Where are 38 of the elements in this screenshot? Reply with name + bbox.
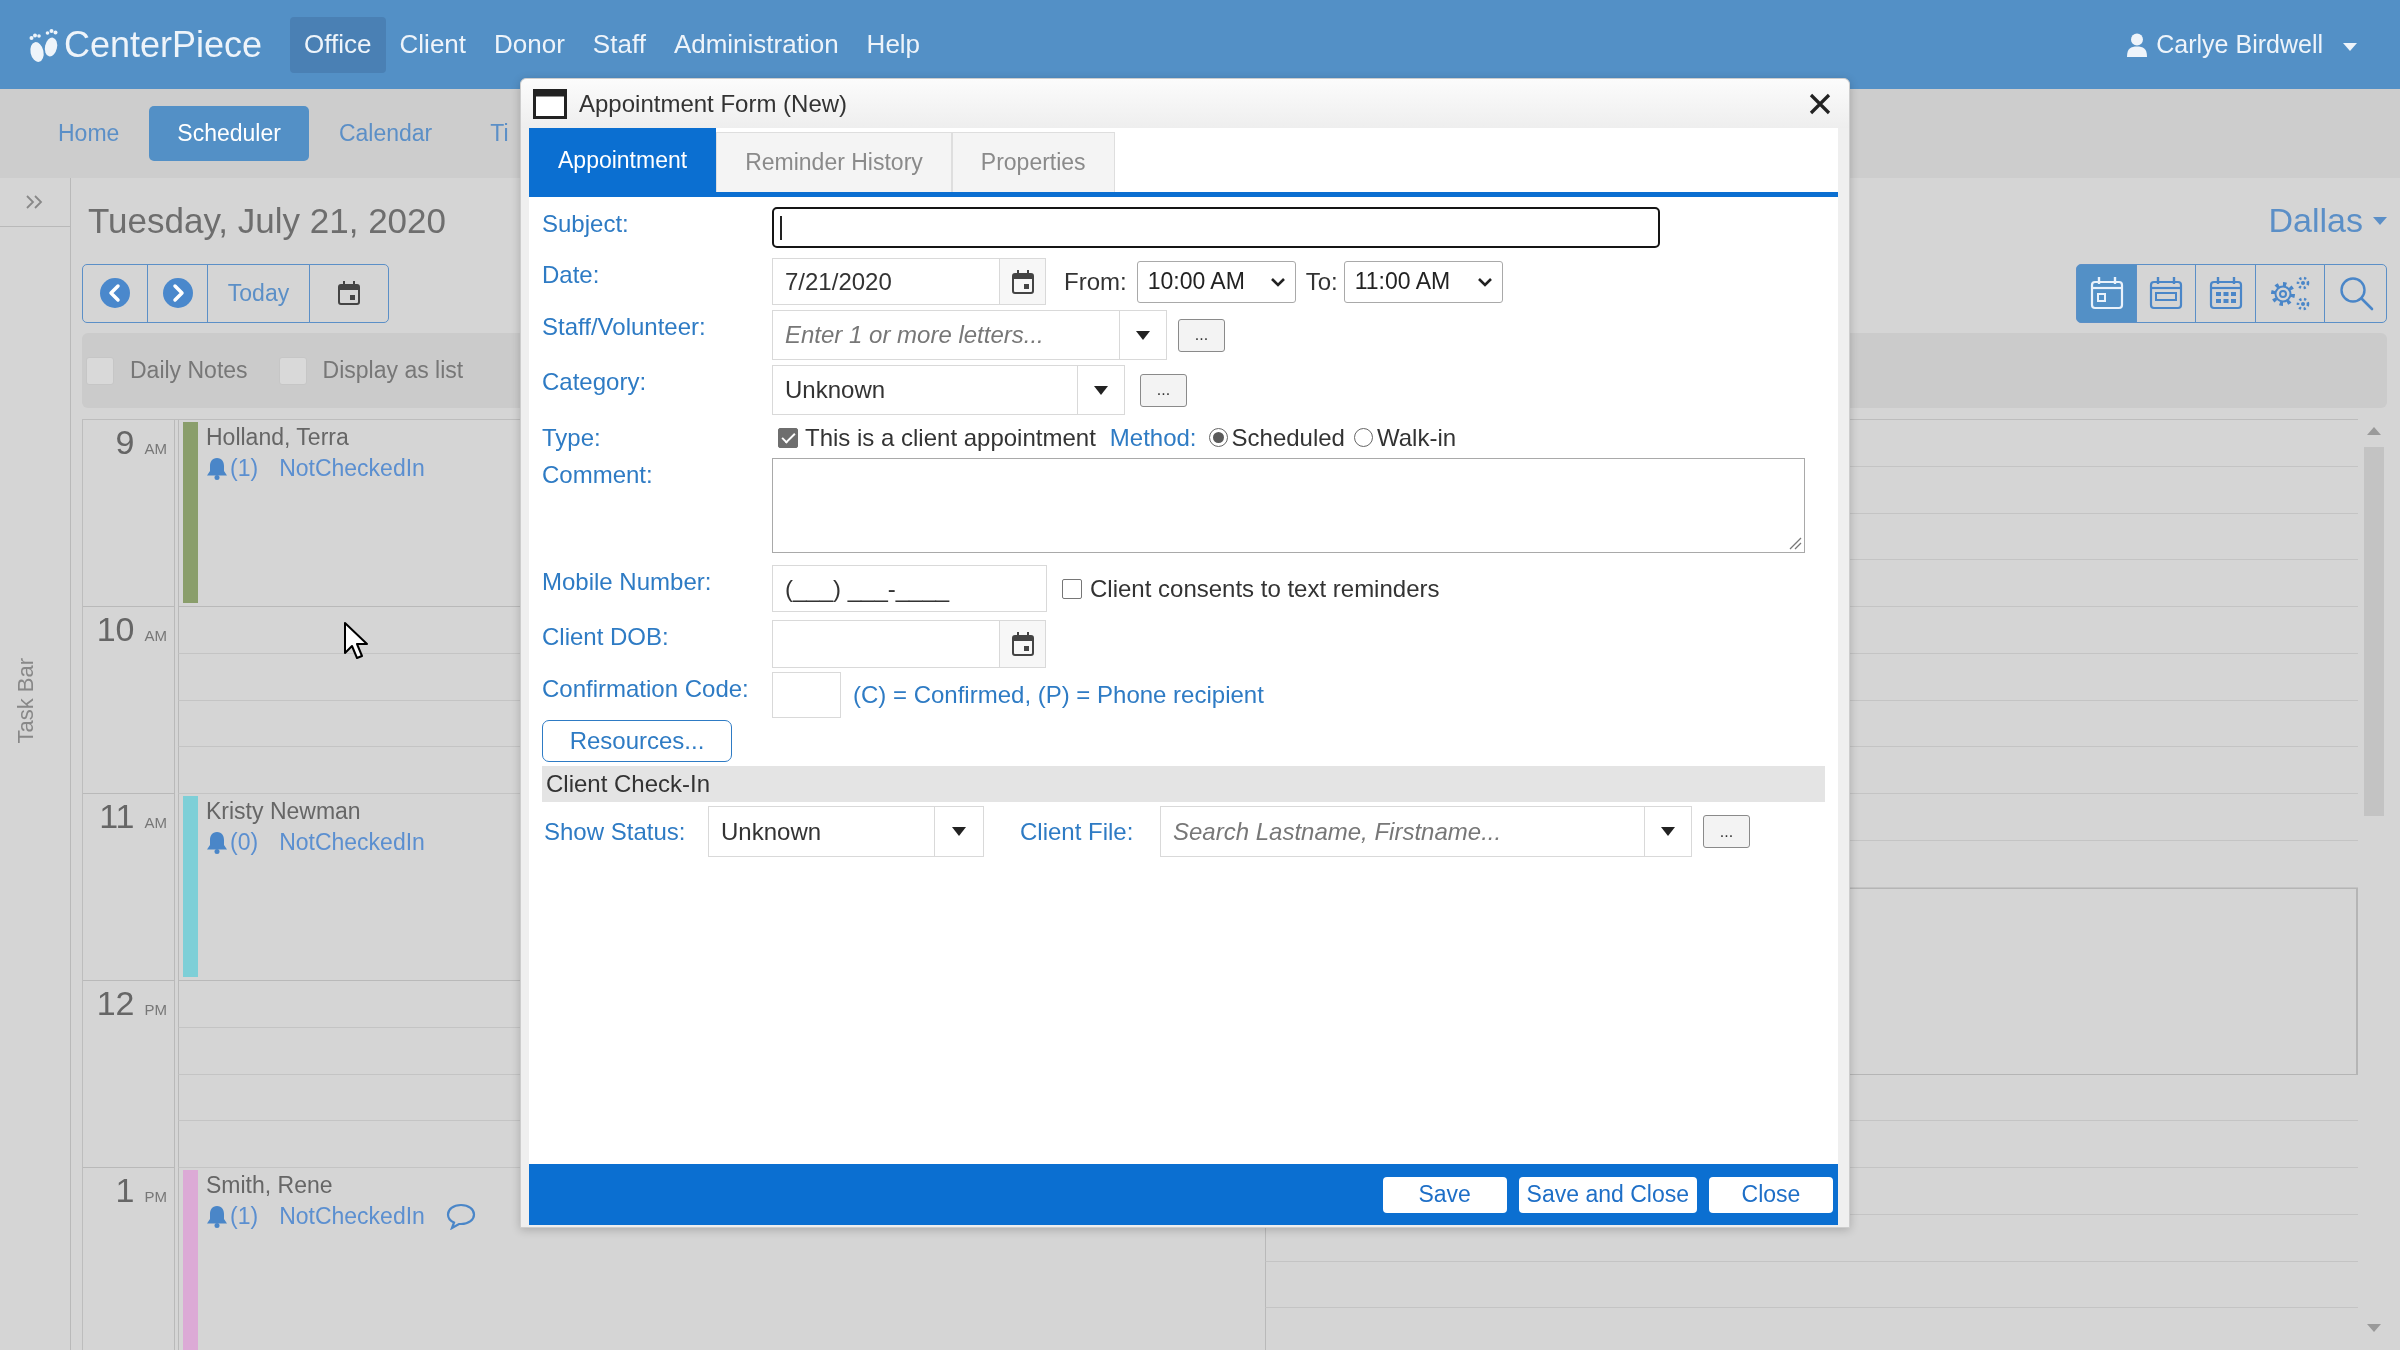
from-label: From:: [1064, 267, 1127, 296]
period-label: PM: [144, 1001, 167, 1018]
app-name: CenterPiece: [64, 23, 263, 66]
field-label: Client DOB:: [542, 622, 670, 651]
checkbox-label: Daily Notes: [130, 357, 248, 384]
radio-label: Scheduled: [1231, 423, 1345, 452]
field-label: Client File:: [1020, 817, 1135, 846]
field-label: Category:: [542, 367, 648, 396]
period-label: AM: [144, 627, 167, 644]
period-label: PM: [144, 1188, 167, 1205]
checkbox-label: Display as list: [322, 357, 464, 384]
section-header: Client Check-In: [542, 766, 1825, 802]
date-title: Tuesday, July 21, 2020: [88, 200, 446, 241]
dialog-title: Appointment Form (New): [579, 89, 849, 118]
checkbox-label: Client consents to text reminders: [1090, 574, 1440, 603]
reminder-count: (1): [230, 454, 259, 482]
field-label: Subject:: [542, 209, 630, 238]
hour-label: 10: [96, 609, 135, 649]
field-label: Comment:: [542, 460, 654, 489]
method-label: Method:: [1109, 423, 1197, 452]
field-label: Show Status:: [543, 817, 687, 846]
confirmation-hint: (C) = Confirmed, (P) = Phone recipient: [853, 681, 1264, 709]
field-label: Staff/Volunteer:: [542, 312, 707, 341]
reminder-count: (0): [230, 828, 259, 856]
hour-label: 9: [115, 422, 135, 462]
to-label: To:: [1305, 267, 1338, 296]
reminder-count: (1): [230, 1202, 259, 1230]
hour-label: 1: [115, 1170, 135, 1210]
field-label: Date:: [542, 260, 601, 289]
field-label: Type:: [542, 423, 602, 452]
checkbox-label: This is a client appointment: [805, 423, 1096, 452]
hour-label: 11: [99, 796, 135, 836]
radio-label: Walk-in: [1376, 423, 1457, 452]
field-label: Mobile Number:: [542, 567, 713, 596]
period-label: AM: [144, 814, 167, 831]
hour-label: 12: [96, 983, 135, 1023]
field-label: Confirmation Code:: [542, 674, 750, 703]
period-label: AM: [144, 440, 167, 457]
